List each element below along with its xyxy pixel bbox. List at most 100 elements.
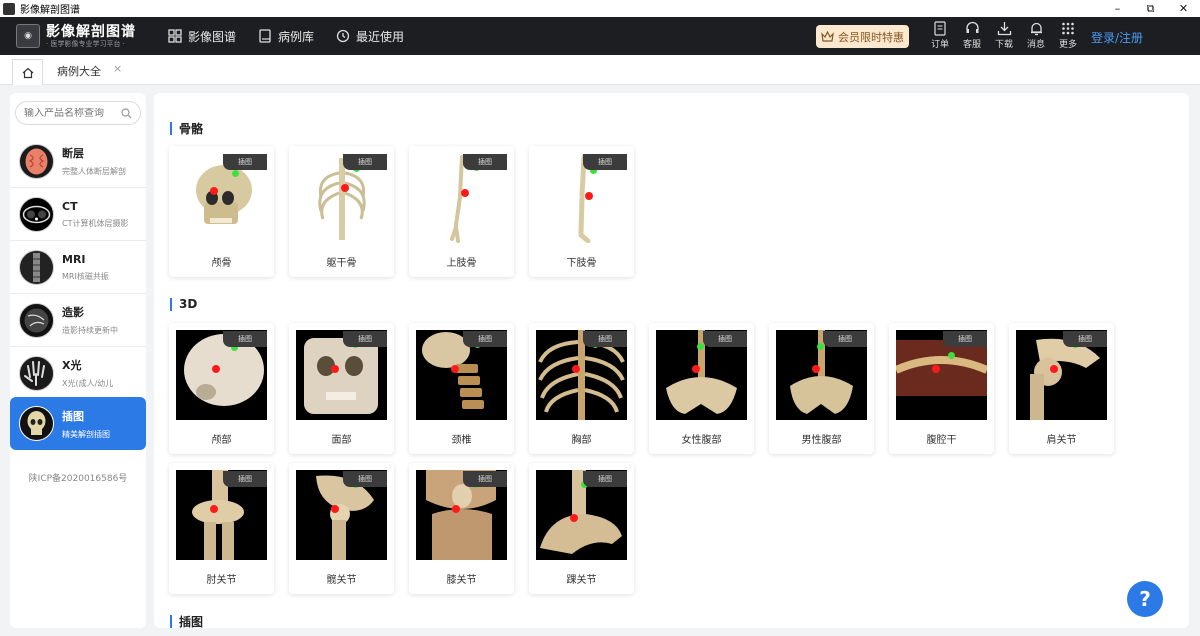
card-label: 颈椎: [451, 435, 472, 446]
sidebar-item-mri[interactable]: MRI MRI核磁共振: [10, 241, 146, 294]
tool-message[interactable]: 消息: [1020, 21, 1052, 50]
skull-thumbnail: [19, 406, 54, 441]
atlas-card-elbow-joint[interactable]: 插图 肘关节: [169, 463, 274, 594]
illustration-tag: 插图: [823, 331, 867, 347]
grid-icon: [168, 29, 182, 43]
sidebar-item-xray[interactable]: X光 X光(成人/幼儿: [10, 347, 146, 400]
atlas-card-lower-limb[interactable]: 插图 下肢骨: [529, 146, 634, 277]
atlas-card-face[interactable]: 插图 面部: [289, 323, 394, 454]
nav-recent[interactable]: 最近使用: [336, 28, 404, 45]
illustration-tag: 插图: [343, 331, 387, 347]
top-navbar: ◉ 影像解剖图谱 · 医学影像专业学习平台 · 影像图谱 病例库 最近使用 会员…: [0, 17, 1200, 55]
section-title-text: 骨骼: [179, 122, 204, 136]
illustration-tag: 插图: [463, 154, 507, 170]
illustration-tag: 插图: [223, 331, 267, 347]
card-label: 面部: [331, 435, 352, 446]
search-icon[interactable]: [121, 107, 132, 119]
card-label: 下肢骨: [566, 258, 597, 269]
atlas-card-hip-joint[interactable]: 插图 髋关节: [289, 463, 394, 594]
nav-recent-label: 最近使用: [356, 29, 405, 44]
vip-offer-button[interactable]: 会员限时特惠: [816, 25, 909, 48]
tool-message-label: 消息: [1026, 40, 1045, 50]
card-label: 男性腹部: [801, 435, 842, 446]
illustration-tag: 插图: [463, 471, 507, 487]
sidebar-item-name: CT: [62, 199, 78, 213]
sidebar-item-angiography[interactable]: 造影 造影持续更新中: [10, 294, 146, 347]
tab-case-catalog[interactable]: 病例大全: [57, 63, 101, 79]
sidebar-item-desc: CT计算机体层摄影: [62, 218, 129, 228]
tool-more[interactable]: 更多: [1052, 21, 1084, 50]
atlas-card-cranial[interactable]: 插图 颅部: [169, 323, 274, 454]
sidebar-item-name: X光: [62, 359, 82, 372]
sidebar-item-ct[interactable]: CT CT计算机体层摄影: [10, 188, 146, 241]
sidebar-item-sectional[interactable]: 断层 完整人体断层解剖: [10, 135, 146, 188]
card-label: 躯干骨: [326, 258, 357, 269]
card-label: 胸部: [571, 435, 592, 446]
home-icon: [22, 67, 33, 78]
illustration-tag: 插图: [583, 331, 627, 347]
tab-close-icon[interactable]: ×: [113, 62, 122, 75]
atlas-card-chest[interactable]: 插图 胸部: [529, 323, 634, 454]
tool-service[interactable]: 客服: [956, 21, 988, 50]
sidebar-item-desc: MRI核磁共振: [62, 271, 109, 281]
help-button[interactable]: ?: [1127, 581, 1163, 617]
tool-download[interactable]: 下载: [988, 21, 1020, 50]
maximize-button[interactable]: ⧉: [1134, 2, 1167, 16]
main-nav: 影像图谱 病例库 最近使用: [168, 28, 426, 45]
illustration-tag: 插图: [343, 471, 387, 487]
section-title-text: 插图: [179, 615, 204, 628]
illustration-tag: 插图: [943, 331, 987, 347]
illustration-tag: 插图: [223, 154, 267, 170]
section-title-illustrations: 插图: [170, 613, 203, 628]
nav-cases[interactable]: 病例库: [258, 28, 314, 45]
atlas-card-shoulder-joint[interactable]: 插图 肩关节: [1009, 323, 1114, 454]
category-sidebar: 断层完整人体断层解剖 CT CT计算机体层摄影 MRI MRI核磁共振 造影造影持续…: [10, 93, 146, 628]
atlas-card-ankle-joint[interactable]: 插图 踝关节: [529, 463, 634, 594]
crown-icon: [821, 31, 834, 42]
headset-icon: [965, 21, 979, 33]
home-tab[interactable]: [12, 59, 43, 85]
order-icon: [934, 21, 946, 36]
download-icon: [997, 22, 1011, 36]
atlas-card-female-abdomen[interactable]: 插图 女性腹部: [649, 323, 754, 454]
login-register-link[interactable]: 登录/注册: [1091, 29, 1143, 46]
illustration-tag: 插图: [343, 154, 387, 170]
tool-order[interactable]: 订单: [924, 21, 956, 50]
atlas-card-knee-joint[interactable]: 插图 膝关节: [409, 463, 514, 594]
sidebar-item-name: MRI: [62, 252, 86, 266]
window-title: 影像解剖图谱: [20, 5, 80, 16]
card-label: 颅骨: [211, 258, 232, 269]
ct-scan-thumbnail: [19, 196, 54, 232]
mri-spine-thumbnail: [19, 249, 54, 285]
toolbar: 订单 客服 下载 消息 更多: [924, 21, 1084, 50]
main-content: 骨骼 插图 颅骨 插图 躯干骨 插图 上肢骨 插图 下肢骨 3D 插图 颅部 插…: [154, 93, 1189, 628]
minimize-button[interactable]: –: [1101, 2, 1134, 16]
sidebar-item-name: 断层: [62, 147, 84, 160]
atlas-card-trunk-bones[interactable]: 插图 躯干骨: [289, 146, 394, 277]
atlas-card-male-abdomen[interactable]: 插图 男性腹部: [769, 323, 874, 454]
history-icon: [336, 29, 350, 43]
card-label: 上肢骨: [446, 258, 477, 269]
illustration-tag: 插图: [703, 331, 747, 347]
atlas-card-celiac-trunk[interactable]: 插图 腹腔干: [889, 323, 994, 454]
logo-mark-icon: ◉: [16, 24, 40, 48]
atlas-card-cervical-spine[interactable]: 插图 颈椎: [409, 323, 514, 454]
close-button[interactable]: ✕: [1167, 2, 1200, 16]
nav-atlas[interactable]: 影像图谱: [168, 28, 236, 45]
atlas-card-upper-limb[interactable]: 插图 上肢骨: [409, 146, 514, 277]
sidebar-item-desc: 精美解剖插图: [62, 429, 110, 439]
sidebar-item-desc: X光(成人/幼儿: [62, 379, 114, 388]
illustration-tag: 插图: [1063, 331, 1107, 347]
card-label: 髋关节: [326, 575, 357, 586]
window-titlebar: 影像解剖图谱 – ⧉ ✕: [0, 0, 1200, 17]
sidebar-item-illustration[interactable]: 插图 精美解剖插图: [10, 397, 146, 450]
nav-cases-label: 病例库: [278, 29, 315, 44]
sidebar-item-desc: 造影持续更新中: [62, 326, 118, 335]
product-search-input[interactable]: [24, 107, 120, 119]
section-title-text: 3D: [179, 297, 198, 311]
card-label: 腹腔干: [926, 435, 957, 446]
book-icon: [259, 29, 271, 43]
app-logo[interactable]: ◉ 影像解剖图谱 · 医学影像专业学习平台 ·: [16, 24, 156, 49]
product-search[interactable]: [15, 101, 141, 125]
atlas-card-skull[interactable]: 插图 颅骨: [169, 146, 274, 277]
